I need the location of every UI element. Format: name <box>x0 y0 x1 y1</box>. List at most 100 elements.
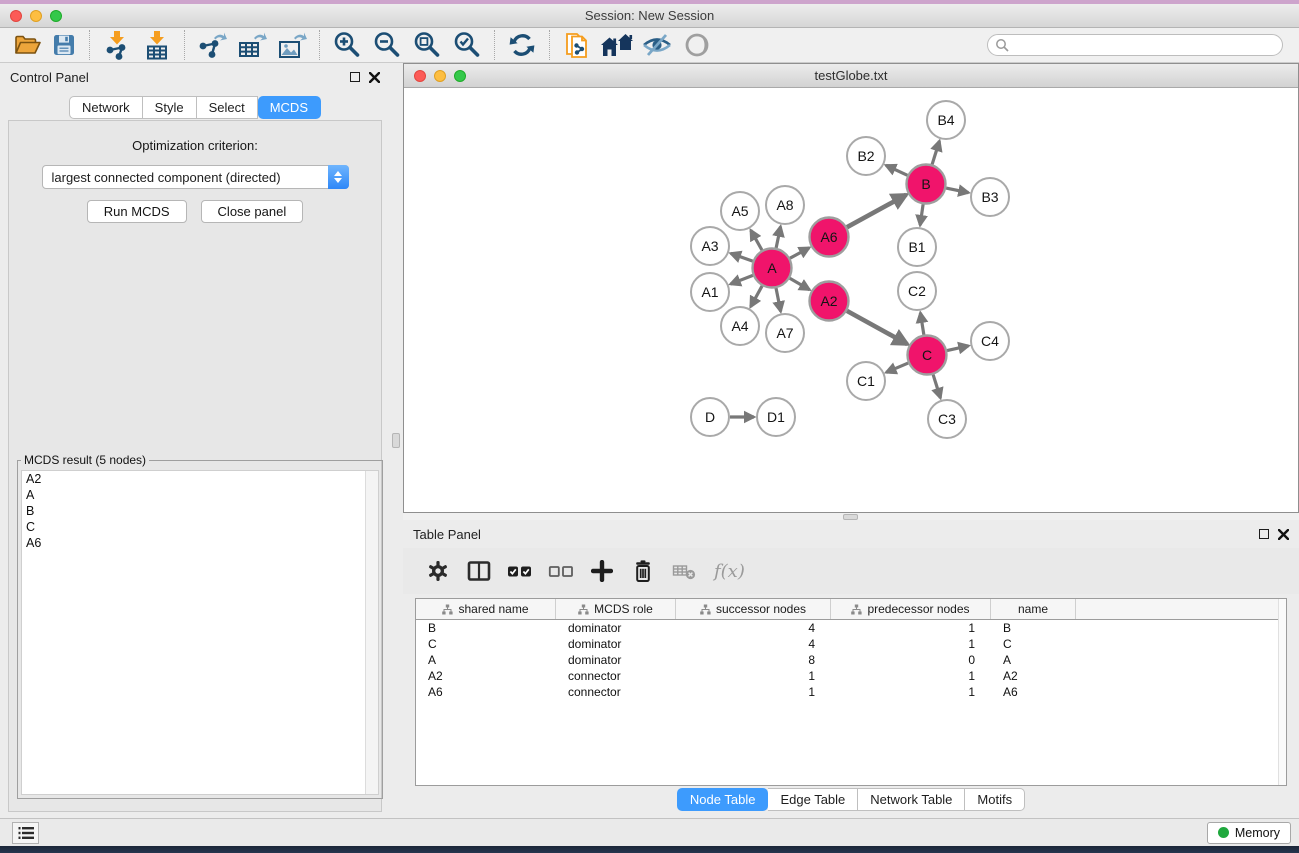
column-header-mcds-role[interactable]: MCDS role <box>556 599 676 619</box>
graph-node-B4[interactable]: B4 <box>927 101 965 139</box>
table-options-gear-icon[interactable] <box>425 558 451 584</box>
tab-edge-table[interactable]: Edge Table <box>768 788 858 811</box>
search-box[interactable] <box>987 34 1283 56</box>
mcds-result-item[interactable]: A2 <box>22 471 378 487</box>
tab-node-table[interactable]: Node Table <box>677 788 769 811</box>
graph-node-C[interactable]: C <box>908 336 947 375</box>
edge-A-A5 <box>751 230 762 250</box>
cell-name: A <box>991 653 1076 667</box>
graph-node-A[interactable]: A <box>753 249 792 288</box>
graph-node-A4[interactable]: A4 <box>721 307 759 345</box>
node-label: B2 <box>857 148 874 164</box>
table-row[interactable]: A6connector11A6 <box>416 684 1286 700</box>
column-label: MCDS role <box>594 602 653 616</box>
edge-C-C2 <box>920 313 923 335</box>
tab-style[interactable]: Style <box>143 96 197 119</box>
toolbar-separator <box>184 30 185 60</box>
graph-node-D[interactable]: D <box>691 398 729 436</box>
search-input[interactable] <box>1009 36 1282 54</box>
column-label: predecessor nodes <box>867 602 969 616</box>
refresh-icon[interactable] <box>502 29 542 61</box>
table-row[interactable]: Cdominator41C <box>416 636 1286 652</box>
cell-mcds-role: connector <box>556 685 676 699</box>
zoom-out-icon[interactable] <box>367 29 407 61</box>
import-network-icon[interactable] <box>97 29 137 61</box>
column-type-icon <box>700 604 711 615</box>
edge-A-A2 <box>790 278 810 289</box>
graph-node-A7[interactable]: A7 <box>766 314 804 352</box>
column-header-shared-name[interactable]: shared name <box>416 599 556 619</box>
mcds-result-item[interactable]: B <box>22 503 378 519</box>
mcds-result-item[interactable]: A <box>22 487 378 503</box>
table-row[interactable]: Bdominator41B <box>416 620 1286 636</box>
table-row[interactable]: Adominator80A <box>416 652 1286 668</box>
close-panel-icon[interactable] <box>369 72 380 83</box>
graph-node-A6[interactable]: A6 <box>810 218 849 257</box>
export-image-icon[interactable] <box>272 29 312 61</box>
graph-node-C4[interactable]: C4 <box>971 322 1009 360</box>
cell-predecessor-nodes: 1 <box>831 637 991 651</box>
column-type-icon <box>578 604 589 615</box>
float-panel-icon[interactable] <box>1259 529 1269 539</box>
show-columns-icon[interactable] <box>466 558 492 584</box>
deselect-all-icon[interactable] <box>548 558 574 584</box>
column-header-name[interactable]: name <box>991 599 1076 619</box>
memory-button[interactable]: Memory <box>1207 822 1291 844</box>
cell-shared-name: A6 <box>416 685 556 699</box>
table-scrollbar[interactable] <box>1278 599 1286 785</box>
export-table-icon[interactable] <box>232 29 272 61</box>
save-session-icon[interactable] <box>46 29 82 61</box>
graph-node-C3[interactable]: C3 <box>928 400 966 438</box>
zoom-selected-icon[interactable] <box>447 29 487 61</box>
network-canvas[interactable]: B4 B2 B B3 B1 A5A8A6 A3 A A1 C2 A2 A4A7 C4 C C1 C3 D D1 <box>404 88 1298 512</box>
new-network-from-selection-icon[interactable] <box>557 29 597 61</box>
column-header-successor-nodes[interactable]: successor nodes <box>676 599 831 619</box>
result-list-scrollbar[interactable] <box>365 471 378 794</box>
vertical-split-divider[interactable] <box>390 63 403 818</box>
graph-node-B3[interactable]: B3 <box>971 178 1009 216</box>
graph-node-D1[interactable]: D1 <box>757 398 795 436</box>
column-header-predecessor-nodes[interactable]: predecessor nodes <box>831 599 991 619</box>
tab-network-table[interactable]: Network Table <box>858 788 965 811</box>
mcds-result-item[interactable]: A6 <box>22 535 378 551</box>
criterion-select[interactable]: largest connected component (directed) <box>42 165 349 189</box>
divider-handle[interactable] <box>392 433 400 448</box>
zoom-in-icon[interactable] <box>327 29 367 61</box>
first-neighbors-icon[interactable] <box>597 29 637 61</box>
graph-node-B2[interactable]: B2 <box>847 137 885 175</box>
table-row[interactable]: A2connector11A2 <box>416 668 1286 684</box>
graph-node-B[interactable]: B <box>907 165 946 204</box>
graph-node-A2[interactable]: A2 <box>810 282 849 321</box>
node-label: B4 <box>937 112 954 128</box>
column-label: name <box>1018 602 1048 616</box>
graph-node-B1[interactable]: B1 <box>898 228 936 266</box>
graph-node-A5[interactable]: A5 <box>721 192 759 230</box>
add-row-icon[interactable] <box>589 558 615 584</box>
tab-network[interactable]: Network <box>69 96 143 119</box>
mcds-result-item[interactable]: C <box>22 519 378 535</box>
graph-node-A8[interactable]: A8 <box>766 186 804 224</box>
close-panel-icon[interactable] <box>1278 529 1289 540</box>
graph-node-A3[interactable]: A3 <box>691 227 729 265</box>
tab-select[interactable]: Select <box>197 96 258 119</box>
graph-node-C1[interactable]: C1 <box>847 362 885 400</box>
tab-motifs[interactable]: Motifs <box>965 788 1025 811</box>
edge-C-C1 <box>886 363 908 372</box>
export-network-icon[interactable] <box>192 29 232 61</box>
graph-node-A1[interactable]: A1 <box>691 273 729 311</box>
delete-row-trash-icon[interactable] <box>630 558 656 584</box>
horizontal-split-divider[interactable] <box>403 513 1299 520</box>
graph-node-C2[interactable]: C2 <box>898 272 936 310</box>
node-label: C1 <box>857 373 875 389</box>
run-mcds-button[interactable]: Run MCDS <box>87 200 187 223</box>
task-history-button[interactable] <box>12 822 39 844</box>
select-all-check-icon[interactable] <box>507 558 533 584</box>
tab-mcds[interactable]: MCDS <box>258 96 321 119</box>
import-table-icon[interactable] <box>137 29 177 61</box>
open-file-icon[interactable] <box>10 29 46 61</box>
float-panel-icon[interactable] <box>350 72 360 82</box>
zoom-fit-icon[interactable] <box>407 29 447 61</box>
hide-selected-eye-icon[interactable] <box>637 29 677 61</box>
node-label: A <box>767 260 777 276</box>
close-panel-button[interactable]: Close panel <box>201 200 304 223</box>
